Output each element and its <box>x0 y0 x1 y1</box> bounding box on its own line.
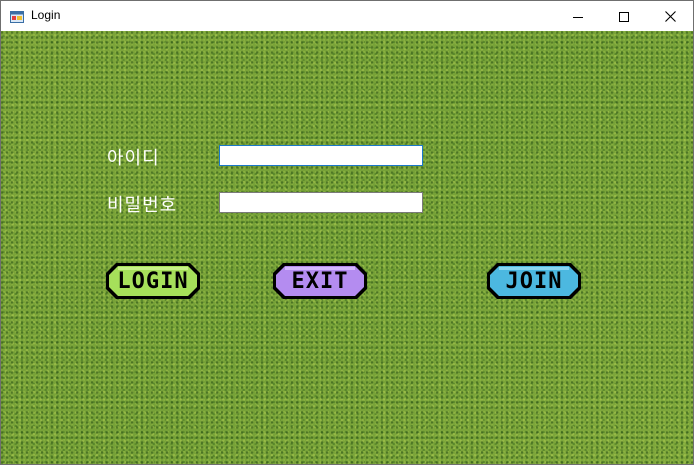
close-button[interactable] <box>647 1 693 31</box>
password-input[interactable] <box>219 192 423 213</box>
id-input[interactable] <box>219 145 423 166</box>
password-label: 비밀번호 <box>107 195 178 216</box>
close-icon <box>664 7 676 26</box>
exit-button-label: EXIT <box>291 268 349 294</box>
maximize-icon <box>619 7 629 26</box>
join-button-label: JOIN <box>505 268 563 294</box>
join-button[interactable]: JOIN <box>485 261 583 301</box>
minimize-icon <box>573 7 583 26</box>
title-bar[interactable]: Login <box>1 1 693 31</box>
exit-button[interactable]: EXIT <box>271 261 369 301</box>
minimize-button[interactable] <box>555 1 601 31</box>
window-title: Login <box>31 8 61 22</box>
login-window: Login 아이디 비밀번호 LOGIN EXIT JOIN <box>0 0 694 465</box>
login-panel: 아이디 비밀번호 LOGIN EXIT JOIN <box>1 31 693 464</box>
id-label: 아이디 <box>107 148 160 169</box>
maximize-button[interactable] <box>601 1 647 31</box>
app-icon <box>10 9 24 23</box>
login-button-label: LOGIN <box>117 268 189 294</box>
login-button[interactable]: LOGIN <box>104 261 202 301</box>
